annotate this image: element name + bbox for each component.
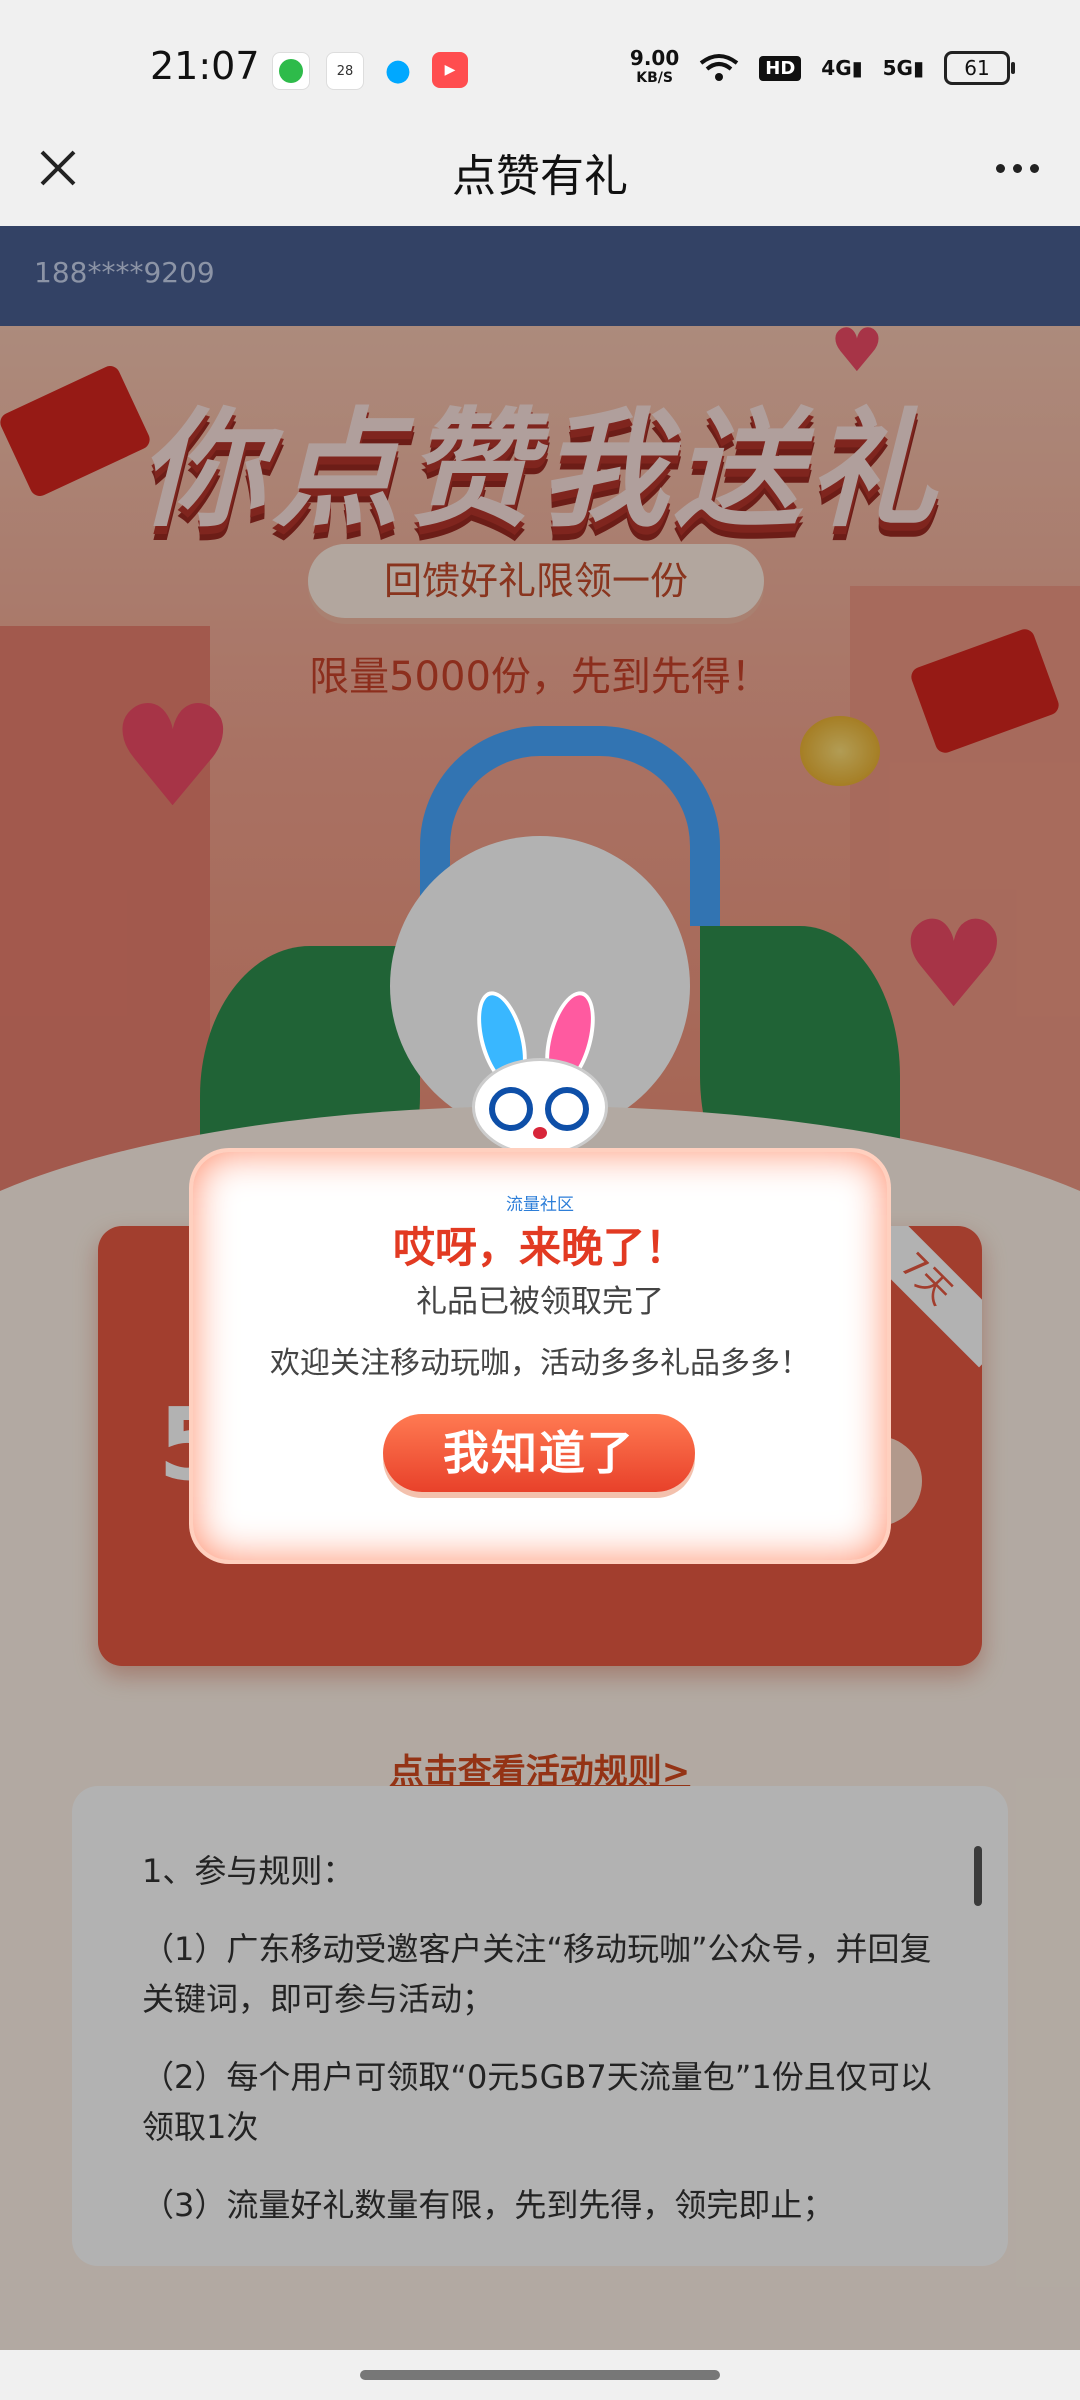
gesture-bar <box>0 2350 1080 2400</box>
page-title: 点赞有礼 <box>452 151 628 202</box>
network-speed-unit: KB/S <box>636 70 673 86</box>
status-indicators: 9.00 KB/S HD 4G▮ 5G▮ 61 <box>630 48 1015 88</box>
status-time: 21:07 <box>150 44 260 88</box>
dialog-message: 礼品已被领取完了 <box>416 1284 664 1320</box>
bunny-head <box>472 1058 608 1156</box>
more-options-button[interactable] <box>982 138 1052 198</box>
dialog-message-secondary: 欢迎关注移动玩咖，活动多多礼品多多！ <box>270 1346 810 1381</box>
notification-icons: 28 ● ▶ <box>272 52 468 90</box>
signal-5g: 5G▮ <box>882 56 924 80</box>
hd-badge: HD <box>759 55 802 81</box>
status-bar: 21:07 28 ● ▶ 9.00 KB/S HD 4G▮ 5G▮ 61 <box>0 0 1080 110</box>
network-speed: 9.00 KB/S <box>630 48 679 88</box>
signal-4g-label: 4G <box>821 56 852 80</box>
more-dot-icon <box>1029 163 1039 173</box>
more-dot-icon <box>1012 163 1022 173</box>
dialog-title: 哎呀，来晚了！ <box>392 1223 687 1272</box>
bunny-nose <box>533 1127 547 1139</box>
glasses-icon <box>545 1087 589 1131</box>
calendar-icon: 28 <box>326 52 364 90</box>
notice-dialog: 流量社区 哎呀，来晚了！ 礼品已被领取完了 欢迎关注移动玩咖，活动多多礼品多多！… <box>193 1152 887 1560</box>
glasses-icon <box>489 1087 533 1131</box>
wifi-icon <box>700 54 739 81</box>
signal-5g-label: 5G <box>882 56 913 80</box>
acknowledge-button[interactable]: 我知道了 <box>383 1414 695 1492</box>
more-dot-icon <box>995 163 1005 173</box>
bunny-mascot-icon <box>462 985 612 1156</box>
video-app-icon: ▶ <box>432 52 468 88</box>
top-nav-bar: 点赞有礼 <box>0 110 1080 226</box>
home-indicator[interactable] <box>360 2370 720 2380</box>
dialog-brand: 流量社区 <box>506 1195 574 1215</box>
battery-level: 61 <box>964 56 990 80</box>
battery-icon: 61 <box>944 51 1015 85</box>
signal-4g: 4G▮ <box>821 56 863 80</box>
calendar-day: 28 <box>336 63 354 79</box>
qq-icon: ● <box>384 52 412 88</box>
message-icon <box>272 52 310 90</box>
network-speed-value: 9.00 <box>629 46 680 70</box>
